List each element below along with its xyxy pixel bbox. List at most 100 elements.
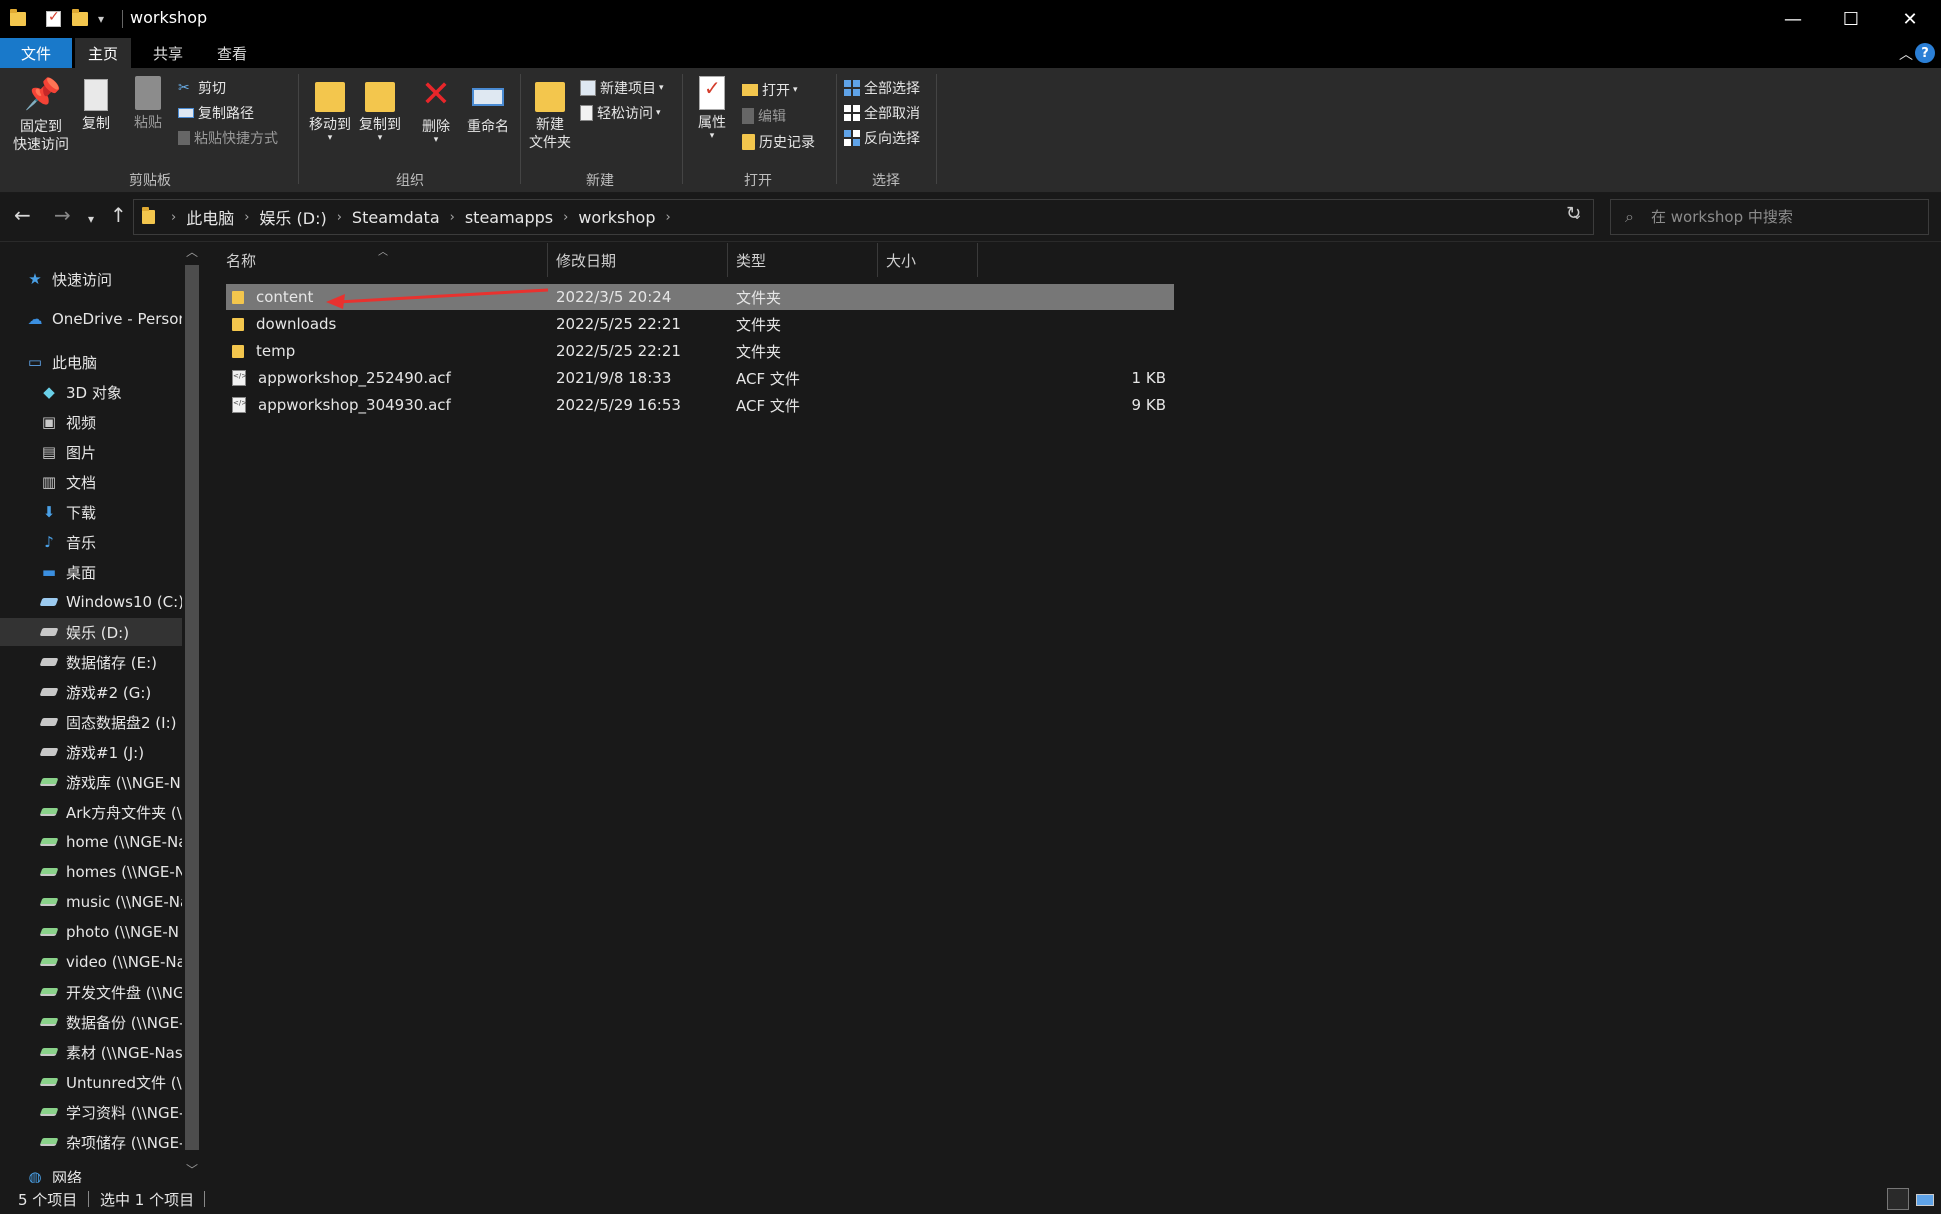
sidebar-item[interactable]: 开发文件盘 (\\NG (0, 978, 182, 1006)
paste-button[interactable]: 粘贴 (128, 76, 168, 132)
copy-button[interactable]: 复制 (78, 76, 114, 133)
chevron-right-icon[interactable]: › (165, 210, 182, 225)
chevron-right-icon[interactable]: › (557, 210, 574, 225)
sidebar-item[interactable]: ▣ 视频 (0, 408, 182, 436)
edit-button[interactable]: 编辑 (742, 106, 786, 126)
address-bar[interactable]: › 此电脑 › 娱乐 (D:) › Steamdata › steamapps … (133, 199, 1594, 235)
column-header-size[interactable]: 大小 (878, 243, 978, 277)
file-row[interactable]: temp 2022/5/25 22:21 文件夹 (226, 338, 1174, 364)
quick-access-dropdown-icon[interactable]: ▾ (98, 9, 104, 29)
maximize-button[interactable]: ☐ (1820, 0, 1882, 38)
search-box[interactable]: ⌕ (1610, 199, 1929, 235)
large-icons-view-icon[interactable] (1913, 1188, 1935, 1210)
breadcrumb-steamdata[interactable]: Steamdata (348, 208, 444, 227)
tab-file[interactable]: 文件 (0, 38, 72, 68)
breadcrumb-steamapps[interactable]: steamapps (461, 208, 557, 227)
sidebar-item[interactable]: ▬ 桌面 (0, 558, 182, 586)
sidebar-item[interactable]: 游戏#2 (G:) (0, 678, 182, 706)
tab-home[interactable]: 主页 (75, 38, 131, 68)
invert-selection-button[interactable]: 反向选择 (844, 128, 920, 148)
sidebar-item[interactable]: 固态数据盘2 (I:) (0, 708, 182, 736)
scroll-thumb[interactable] (185, 265, 199, 1150)
sidebar-item[interactable]: homes (\\NGE-N (0, 858, 182, 886)
column-header-type[interactable]: 类型 (728, 243, 878, 277)
sidebar-item[interactable]: photo (\\NGE-N (0, 918, 182, 946)
minimize-button[interactable]: — (1762, 0, 1824, 38)
chevron-right-icon[interactable]: › (238, 210, 255, 225)
sidebar-item[interactable]: ♪ 音乐 (0, 528, 182, 556)
chevron-right-icon[interactable]: › (659, 210, 676, 225)
chevron-right-icon[interactable]: › (331, 210, 348, 225)
properties-button[interactable]: 属性 ▾ (688, 76, 736, 141)
search-input[interactable] (1651, 200, 1921, 234)
close-button[interactable]: ✕ (1879, 0, 1941, 38)
new-folder-button[interactable]: 新建 文件夹 (524, 76, 576, 152)
history-button[interactable]: 历史记录 (742, 132, 815, 152)
file-row[interactable]: content 2022/3/5 20:24 文件夹 (226, 284, 1174, 310)
easy-access-button[interactable]: 轻松访问 ▾ (580, 103, 661, 123)
column-header-date[interactable]: 修改日期 (548, 243, 728, 277)
delete-button[interactable]: ✕ 删除 ▾ (416, 76, 456, 145)
sidebar-item[interactable]: 游戏#1 (J:) (0, 738, 182, 766)
tab-share[interactable]: 共享 (140, 38, 196, 68)
refresh-icon[interactable]: ↻ (1566, 203, 1581, 224)
back-arrow-icon[interactable]: ← (14, 205, 31, 225)
breadcrumb-drive-d[interactable]: 娱乐 (D:) (255, 205, 330, 229)
scroll-up-icon[interactable]: ︿ (186, 243, 198, 260)
recent-locations-dropdown-icon[interactable]: ▾ (88, 209, 94, 229)
sidebar-item[interactable]: 数据备份 (\\NGE- (0, 1008, 182, 1036)
sidebar-item[interactable]: video (\\NGE-Na (0, 948, 182, 976)
sidebar-item[interactable]: Windows10 (C:) (0, 588, 182, 616)
breadcrumb-this-pc[interactable]: 此电脑 (182, 205, 238, 229)
cut-button[interactable]: ✂ 剪切 (178, 78, 226, 98)
chevron-right-icon[interactable]: › (444, 210, 461, 225)
file-row[interactable]: downloads 2022/5/25 22:21 文件夹 (226, 311, 1174, 337)
sidebar-item[interactable]: ▭ 此电脑 (0, 348, 182, 376)
nav-scrollbar[interactable]: ︿ ﹀ (182, 243, 202, 1183)
copy-to-button[interactable]: 复制到 ▾ (354, 76, 406, 143)
breadcrumb-workshop[interactable]: workshop (574, 208, 659, 227)
sidebar-item[interactable]: ⬇ 下载 (0, 498, 182, 526)
file-row[interactable]: appworkshop_304930.acf 2022/5/29 16:53 ACF… (226, 392, 1174, 418)
sidebar-item-label: Ark方舟文件夹 (\ (66, 803, 182, 822)
sidebar-item[interactable]: Ark方舟文件夹 (\ (0, 798, 182, 826)
sidebar-item[interactable]: 学习资料 (\\NGE- (0, 1098, 182, 1126)
select-none-button[interactable]: 全部取消 (844, 103, 920, 123)
sidebar-item[interactable]: 数据储存 (E:) (0, 648, 182, 676)
network-drive-icon (39, 894, 59, 910)
sidebar-item[interactable]: ★ 快速访问 (0, 265, 182, 293)
file-type: ACF 文件 (736, 369, 800, 388)
sidebar-item[interactable]: ◍ 网络 (0, 1163, 182, 1183)
forward-arrow-icon[interactable]: → (54, 205, 71, 225)
sidebar-item[interactable]: ▥ 文档 (0, 468, 182, 496)
file-row[interactable]: appworkshop_252490.acf 2021/9/8 18:33 ACF … (226, 365, 1174, 391)
details-view-icon[interactable] (1887, 1188, 1909, 1210)
sidebar-item[interactable]: ◆ 3D 对象 (0, 378, 182, 406)
collapse-ribbon-icon[interactable]: ︿ (1899, 44, 1913, 64)
select-all-button[interactable]: 全部选择 (844, 78, 920, 98)
sidebar-item[interactable]: ☁ OneDrive - Personal (0, 305, 183, 333)
scroll-down-icon[interactable]: ﹀ (186, 1161, 198, 1178)
new-item-dropdown-icon: ▾ (659, 83, 664, 93)
move-to-button[interactable]: 移动到 ▾ (304, 76, 356, 143)
new-item-button[interactable]: 新建项目 ▾ (580, 78, 664, 98)
group-label-new: 新建 (586, 173, 614, 189)
rename-button[interactable]: 重命名 (462, 76, 514, 136)
help-button[interactable]: ? (1915, 43, 1935, 63)
pin-to-quick-access-button[interactable]: 📌 固定到 快速访问 (6, 76, 76, 154)
new-folder-quick-icon[interactable] (72, 9, 88, 29)
sidebar-item[interactable]: music (\\NGE-Na (0, 888, 182, 916)
sidebar-item[interactable]: 杂项储存 (\\NGE- (0, 1128, 182, 1156)
properties-quick-icon[interactable] (46, 9, 61, 29)
sidebar-item[interactable]: home (\\NGE-Na (0, 828, 182, 856)
sidebar-item[interactable]: Untunred文件 (\ (0, 1068, 182, 1096)
tab-view[interactable]: 查看 (204, 38, 260, 68)
sidebar-item[interactable]: 娱乐 (D:) (0, 618, 182, 646)
paste-shortcut-button[interactable]: 粘贴快捷方式 (178, 128, 278, 148)
copy-path-button[interactable]: 复制路径 (178, 103, 254, 123)
sidebar-item[interactable]: 游戏库 (\\NGE-N (0, 768, 182, 796)
sidebar-item[interactable]: ▤ 图片 (0, 438, 182, 466)
sidebar-item[interactable]: 素材 (\\NGE-Nas (0, 1038, 182, 1066)
open-button[interactable]: 打开 ▾ (742, 80, 798, 100)
up-arrow-icon[interactable]: ↑ (110, 205, 127, 225)
